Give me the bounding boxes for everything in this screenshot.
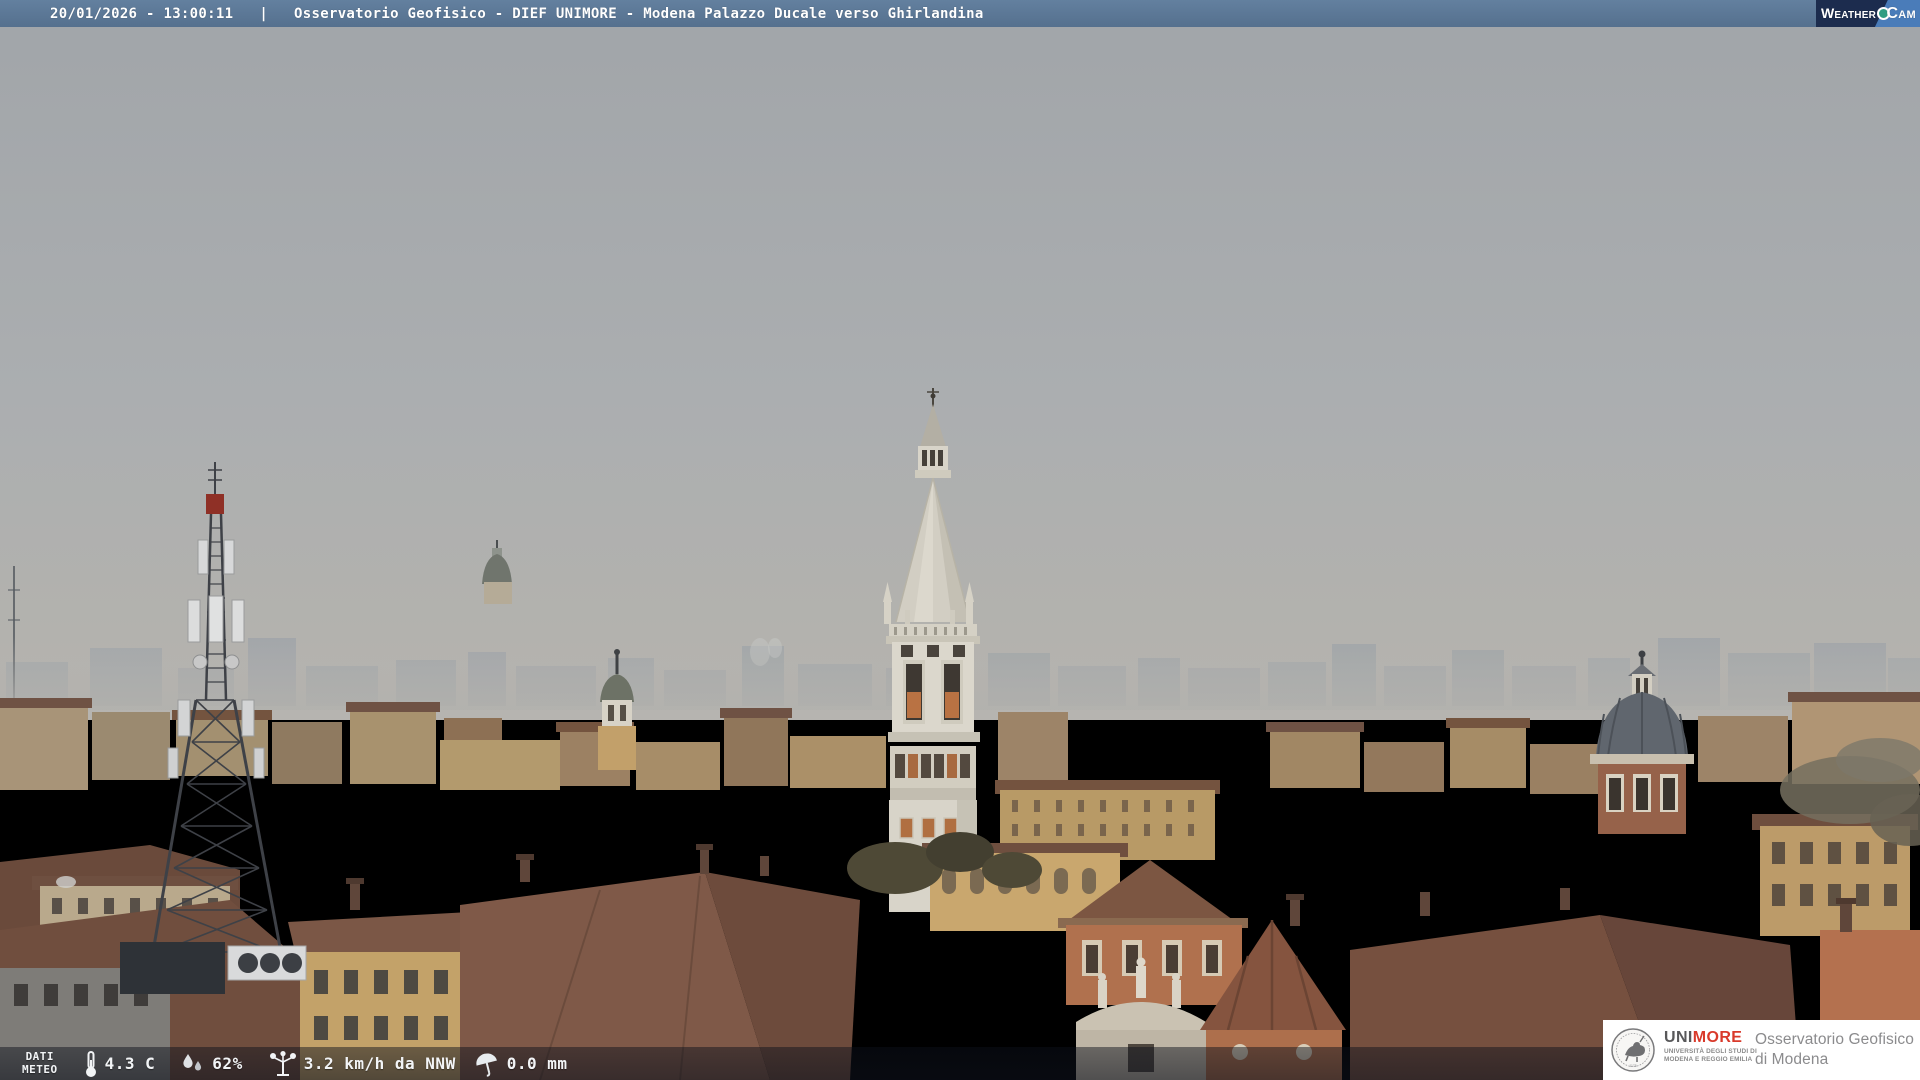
webcam-frame: 20/01/2026 - 13:00:11 | Osservatorio Geo…	[0, 0, 1920, 1080]
observatory-name-line2: di Modena	[1755, 1051, 1829, 1068]
svg-text:1175: 1175	[1629, 1064, 1636, 1068]
unimore-wordmark: UNIMORE UNIVERSITÀ DEGLI STUDI DI MODENA…	[1664, 1029, 1757, 1063]
meteo-label-line2: METEO	[22, 1062, 58, 1076]
weathercam-logo: Weather Cam	[1816, 0, 1920, 27]
thermometer-icon	[84, 1050, 98, 1078]
unimore-seal-icon: 1175	[1611, 1028, 1655, 1072]
humidity-value: 62%	[212, 1054, 243, 1073]
precipitation-value: 0.0 mm	[506, 1054, 568, 1073]
meteo-label: DATI METEO	[22, 1051, 58, 1075]
observatory-name-line1: Osservatorio Geofisico	[1755, 1031, 1914, 1048]
temperature-readout: 4.3 C	[84, 1050, 156, 1078]
timestamp: 20/01/2026 - 13:00:11	[50, 5, 234, 22]
header-bar: 20/01/2026 - 13:00:11 | Osservatorio Geo…	[0, 0, 1920, 27]
humidity-drops-icon	[179, 1051, 205, 1077]
unimore-logo-box: 1175 UNIMORE UNIVERSITÀ DEGLI STUDI DI M…	[1603, 1020, 1920, 1080]
observatory-name: Osservatorio Geofisico di Modena	[1755, 1030, 1914, 1070]
humidity-readout: 62%	[179, 1051, 242, 1077]
unimore-subtitle-line1: UNIVERSITÀ DEGLI STUDI DI	[1664, 1048, 1757, 1055]
unimore-wordmark-more: MORE	[1692, 1029, 1743, 1046]
camera-title: Osservatorio Geofisico - DIEF UNIMORE - …	[294, 5, 984, 22]
weathercam-logo-weather-text: Weather	[1821, 5, 1876, 21]
wind-value: 3.2 km/h da NNW	[303, 1054, 456, 1073]
unimore-wordmark-uni: UNI	[1664, 1029, 1693, 1046]
anemometer-icon	[269, 1050, 297, 1077]
unimore-subtitle-line2: MODENA E REGGIO EMILIA	[1664, 1055, 1753, 1063]
wind-readout: 3.2 km/h da NNW	[269, 1050, 456, 1077]
precipitation-readout: 0.0 mm	[474, 1051, 568, 1077]
header-separator: |	[259, 5, 269, 22]
umbrella-icon	[474, 1051, 500, 1077]
webcam-photo	[0, 0, 1920, 1080]
weathercam-logo-cam-text: Cam	[1886, 5, 1916, 22]
temperature-value: 4.3 C	[104, 1054, 156, 1073]
meteo-label-line1: DATI	[25, 1050, 55, 1064]
